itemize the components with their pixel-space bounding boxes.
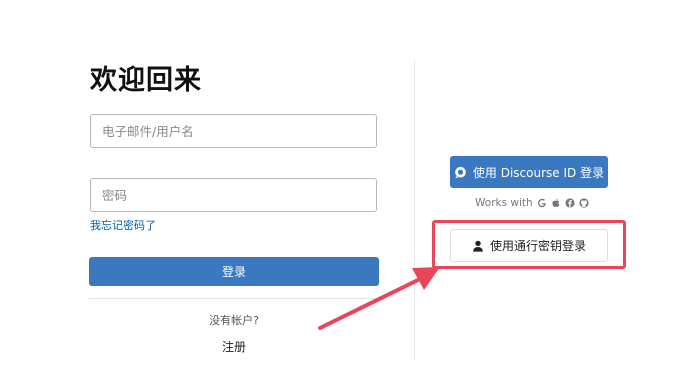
- annotation-arrow: [318, 267, 440, 330]
